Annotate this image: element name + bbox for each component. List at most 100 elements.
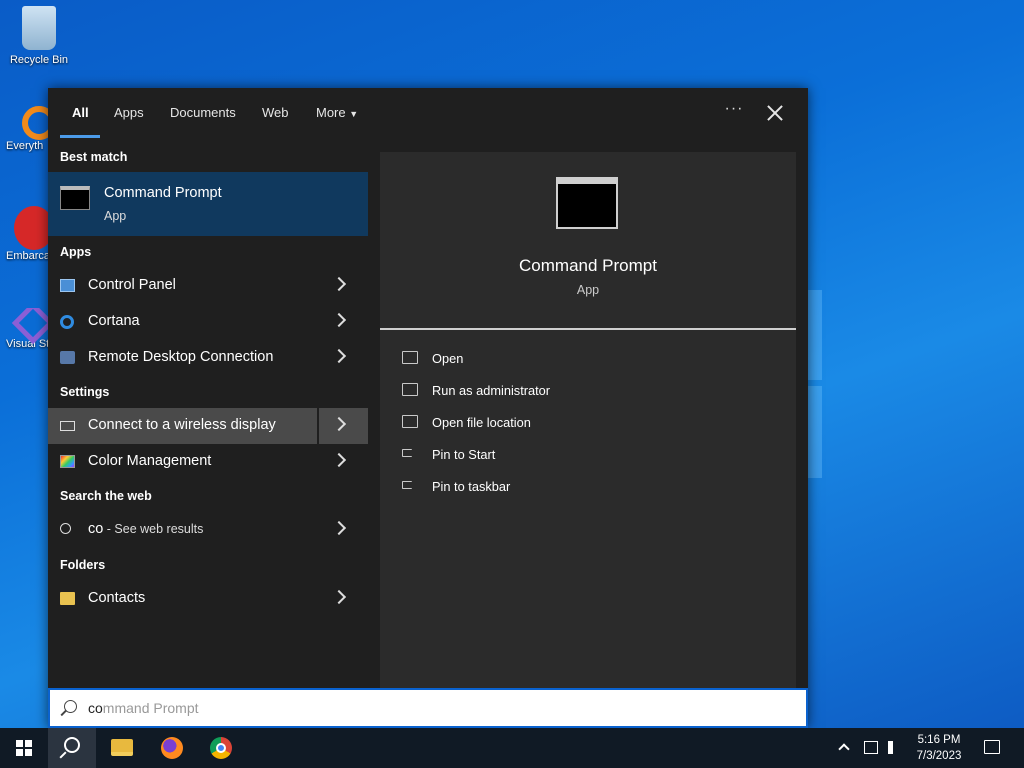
desktop-light-ray: [808, 290, 822, 380]
result-label: Remote Desktop Connection: [88, 349, 274, 365]
preview-pane: Command Prompt App Open Run as administr…: [380, 152, 796, 728]
preview-divider: [380, 328, 796, 330]
network-icon[interactable]: [864, 741, 878, 754]
windows-logo-icon: [16, 740, 32, 756]
best-match-result[interactable]: Command Prompt App: [48, 172, 368, 236]
recycle-bin-desktop-icon[interactable]: Recycle Bin: [3, 6, 75, 66]
search-box[interactable]: command Prompt: [48, 688, 808, 728]
active-tab-indicator: [60, 135, 100, 138]
pin-icon: [402, 449, 412, 457]
clock-time: 5:16 PM: [917, 734, 961, 746]
start-button[interactable]: [0, 728, 48, 768]
action-label: Pin to Start: [432, 447, 496, 462]
desktop-icon-label: Everyth: [6, 140, 44, 152]
visual-studio-desktop-icon[interactable]: Visual St 201: [0, 308, 48, 351]
preview-title: Command Prompt: [519, 256, 657, 275]
open-icon: [402, 351, 418, 364]
devcpp-app-icon: [14, 206, 48, 250]
section-header-apps: Apps: [60, 245, 92, 259]
action-label: Open: [432, 351, 464, 366]
section-header-settings: Settings: [60, 385, 110, 399]
chevron-right-icon[interactable]: [331, 312, 347, 328]
everything-desktop-icon[interactable]: Everyth: [0, 106, 48, 153]
web-query: co: [88, 521, 104, 537]
best-match-subtitle: App: [104, 209, 127, 223]
result-color-management[interactable]: Color Management: [48, 444, 368, 480]
preview-subtitle: App: [576, 283, 600, 297]
folder-icon: [60, 592, 75, 605]
action-label: Run as administrator: [432, 383, 551, 398]
section-header-search-web: Search the web: [60, 489, 152, 503]
pin-icon: [402, 481, 412, 489]
search-typed-text: co: [88, 700, 103, 716]
search-icon: [64, 737, 80, 753]
chevron-right-icon[interactable]: [331, 416, 347, 432]
action-label: Pin to taskbar: [432, 479, 511, 494]
monitor-icon: [60, 421, 75, 431]
taskbar-firefox[interactable]: [148, 728, 196, 768]
desktop-light-ray: [808, 386, 822, 478]
section-header-best-match: Best match: [60, 150, 128, 164]
result-contacts[interactable]: Contacts: [48, 581, 368, 617]
desktop-icon-label: Recycle Bin: [9, 54, 69, 66]
result-web-search[interactable]: co - See web results: [48, 512, 368, 548]
result-remote-desktop-connection[interactable]: Remote Desktop Connection: [48, 340, 368, 376]
tab-documents[interactable]: Documents: [170, 105, 236, 120]
taskbar: 5:16 PM 7/3/2023: [0, 728, 1024, 768]
web-query-suffix: - See web results: [103, 522, 204, 536]
result-label: co - See web results: [88, 521, 203, 537]
chevron-right-icon[interactable]: [331, 520, 347, 536]
taskbar-clock[interactable]: 5:16 PM 7/3/2023: [910, 732, 968, 764]
chevron-right-icon[interactable]: [331, 589, 347, 605]
result-label: Connect to a wireless display: [88, 417, 276, 433]
search-icon: [60, 523, 71, 534]
file-explorer-icon: [111, 739, 133, 756]
taskbar-chrome[interactable]: [197, 728, 245, 768]
chevron-up-icon[interactable]: [838, 743, 850, 755]
color-management-icon: [60, 455, 75, 468]
clock-date: 7/3/2023: [916, 750, 962, 762]
volume-muted-icon[interactable]: [888, 741, 902, 754]
chevron-down-icon: ▼: [349, 109, 359, 119]
search-tabs: All Apps Documents Web More ▼ ···: [48, 88, 808, 140]
row-divider: [317, 408, 319, 444]
tab-more-label: More: [316, 105, 346, 120]
more-options-icon[interactable]: ···: [722, 100, 746, 124]
tab-more[interactable]: More ▼: [316, 105, 358, 120]
cortana-icon: [60, 315, 74, 329]
tab-all[interactable]: All: [72, 105, 89, 120]
taskbar-file-explorer[interactable]: [98, 728, 146, 768]
recycle-bin-icon: [22, 6, 56, 50]
chrome-icon: [210, 737, 232, 759]
taskbar-search-button[interactable]: [48, 728, 96, 768]
command-prompt-icon: [556, 177, 618, 229]
result-label: Color Management: [88, 453, 212, 469]
result-label: Cortana: [88, 313, 140, 329]
desktop-icon-label: Embarca Dev-C: [6, 250, 48, 262]
result-control-panel[interactable]: Control Panel: [48, 268, 368, 304]
close-icon[interactable]: [762, 100, 788, 126]
search-input[interactable]: command Prompt: [88, 700, 199, 716]
remote-desktop-icon: [60, 351, 75, 364]
devcpp-desktop-icon[interactable]: Embarca Dev-C: [0, 206, 48, 263]
file-location-icon: [402, 415, 418, 428]
firefox-icon: [161, 737, 183, 759]
search-autocomplete-text: mmand Prompt: [102, 700, 199, 716]
chevron-right-icon[interactable]: [331, 452, 347, 468]
tab-apps[interactable]: Apps: [114, 105, 144, 120]
shield-icon: [402, 383, 418, 396]
search-flyout: All Apps Documents Web More ▼ ··· Best m…: [48, 88, 808, 728]
desktop-icon-label: Visual St 201: [6, 338, 48, 350]
everything-app-icon: [22, 106, 48, 140]
chevron-right-icon[interactable]: [331, 348, 347, 364]
section-header-folders: Folders: [60, 558, 106, 572]
best-match-title: Command Prompt: [104, 185, 222, 201]
result-cortana[interactable]: Cortana: [48, 304, 368, 340]
result-connect-wireless-display[interactable]: Connect to a wireless display: [48, 408, 368, 444]
tab-web[interactable]: Web: [262, 105, 289, 120]
chevron-right-icon[interactable]: [331, 276, 347, 292]
control-panel-icon: [60, 279, 75, 292]
command-prompt-icon: [60, 186, 90, 210]
notification-icon[interactable]: [984, 740, 1000, 754]
search-icon: [64, 700, 77, 713]
